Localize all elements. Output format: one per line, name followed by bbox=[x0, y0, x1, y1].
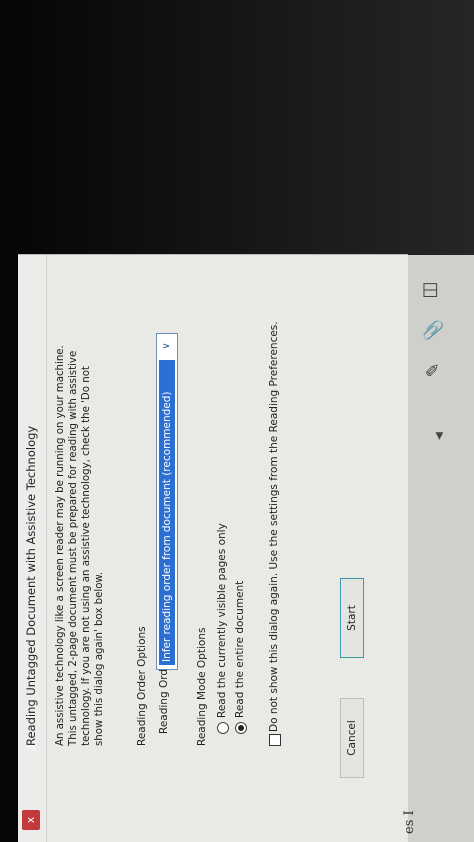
radio-label: Read the entire document bbox=[234, 580, 246, 718]
attachment-icon[interactable]: 📎 bbox=[422, 318, 446, 342]
reading-order-selected-value: Infer reading order from document (recom… bbox=[159, 360, 175, 665]
sign-icon[interactable]: ✎ bbox=[422, 358, 446, 382]
start-button[interactable]: Start bbox=[340, 578, 364, 658]
assistive-technology-dialog: x Reading Untagged Document with Assisti… bbox=[18, 254, 408, 842]
pages-icon[interactable]: ◫ bbox=[418, 278, 442, 302]
dialog-title: Reading Untagged Document with Assistive… bbox=[24, 425, 38, 746]
radio-label: Read the currently visible pages only bbox=[216, 523, 228, 718]
close-button[interactable]: x bbox=[22, 810, 40, 830]
do-not-show-again-checkbox[interactable] bbox=[269, 734, 281, 746]
radio-button[interactable] bbox=[217, 722, 229, 734]
description-line: show this dialog again' box below. bbox=[94, 571, 105, 746]
description-line: technology. If you are not using an assi… bbox=[81, 366, 92, 746]
dialog-description: An assistive technology like a screen re… bbox=[54, 298, 106, 746]
left-toolbar: ◫ 📎 ✎ ◀ bbox=[408, 255, 474, 842]
reading-order-select[interactable]: Infer reading order from document (recom… bbox=[156, 333, 178, 670]
collapse-arrow-icon[interactable]: ◀ bbox=[428, 430, 445, 442]
description-line: This untagged, 2-page document must be p… bbox=[68, 350, 79, 746]
radio-button-checked[interactable] bbox=[235, 722, 247, 734]
reading-mode-section-heading: Reading Mode Options bbox=[196, 627, 208, 746]
description-line: An assistive technology like a screen re… bbox=[55, 345, 66, 746]
reading-order-section-heading: Reading Order Options bbox=[136, 626, 148, 746]
chevron-down-icon[interactable]: ∨ bbox=[159, 337, 175, 355]
rotated-screen-content: ◫ 📎 ✎ ◀ x Reading Untagged Document with… bbox=[18, 254, 474, 842]
do-not-show-again-label: Do not show this dialog again. Use the s… bbox=[268, 321, 280, 732]
cancel-button[interactable]: Cancel bbox=[340, 698, 364, 778]
background-document-text: es I bbox=[402, 810, 417, 834]
dialog-titlebar: x Reading Untagged Document with Assisti… bbox=[18, 255, 47, 842]
